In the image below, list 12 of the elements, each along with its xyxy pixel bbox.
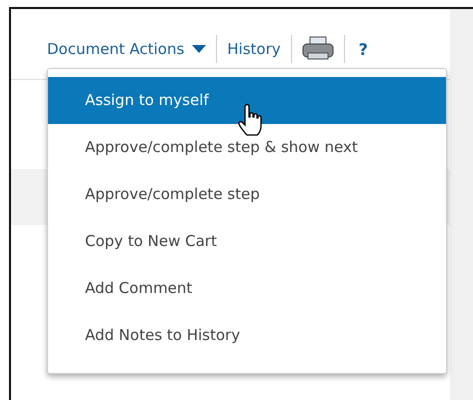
hand-cursor-icon [238, 103, 264, 137]
menu-item[interactable]: Copy to New Cart [48, 218, 446, 265]
menu-item[interactable]: Approve/complete step & show next [48, 124, 446, 171]
menu-item[interactable]: Approve/complete step [48, 171, 446, 218]
menu-item[interactable]: Add Comment [48, 265, 446, 312]
caret-icon [192, 45, 206, 53]
menu-item[interactable]: Add Notes to History [48, 312, 446, 359]
menu-item[interactable]: Assign to myself [48, 77, 446, 124]
printer-icon[interactable] [302, 36, 334, 62]
history-link[interactable]: History [227, 40, 281, 58]
document-actions-dropdown[interactable]: Document Actions [47, 40, 206, 58]
help-button[interactable]: ? [354, 40, 372, 58]
